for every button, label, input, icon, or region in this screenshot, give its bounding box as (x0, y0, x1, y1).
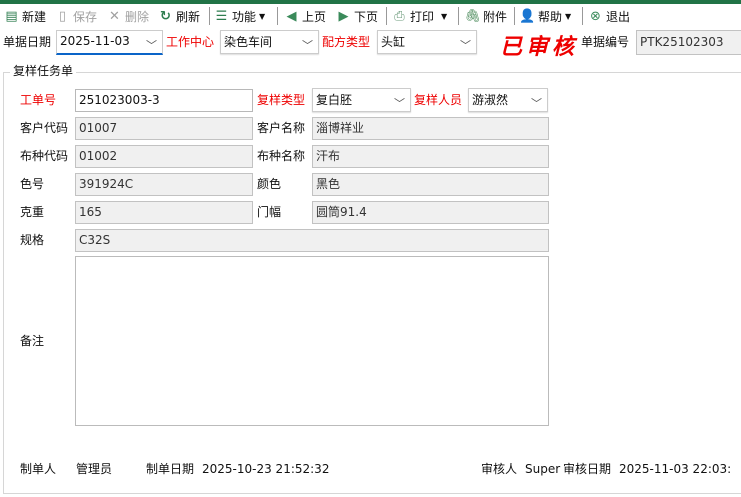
customer-name-field[interactable]: 淄博祥业 (312, 117, 549, 140)
printer-icon: ⎙ (394, 8, 405, 24)
width-label: 门幅 (257, 205, 282, 219)
customer-name-label: 客户名称 (257, 121, 306, 135)
audit-date-label: 审核日期 (563, 462, 612, 476)
cloth-code-label: 布种代码 (20, 149, 69, 163)
weight-label: 克重 (20, 205, 45, 219)
auditor-value: Super (525, 462, 561, 476)
doc-number-label: 单据编号 (581, 35, 630, 49)
toolbar-divider (514, 7, 515, 25)
exit-button[interactable]: ⊗ 退出 (588, 5, 630, 27)
cloth-code-field[interactable]: 01002 (75, 145, 253, 168)
remark-textarea[interactable] (75, 256, 549, 426)
color-field[interactable]: 黑色 (312, 173, 549, 196)
exit-label: 退出 (606, 9, 631, 24)
creator-value: 管理员 (76, 462, 113, 476)
arrow-right-icon: ▶ (338, 8, 349, 24)
form-title: 复样任务单 (10, 63, 77, 79)
sample-type-select[interactable]: 复白胚 ﹀ (312, 88, 411, 112)
work-center-select[interactable]: 染色车间 ﹀ (220, 30, 319, 54)
arrow-left-icon: ◀ (286, 8, 297, 24)
delete-button[interactable]: ✕ 删除 (107, 5, 149, 27)
remark-label: 备注 (20, 334, 45, 348)
spec-field[interactable]: C32S (75, 229, 549, 252)
customer-code-field[interactable]: 01007 (75, 117, 253, 140)
attach-label: 附件 (483, 9, 508, 24)
print-label: 打印 (410, 9, 435, 24)
attachment-button[interactable]: 🖇 附件 (464, 5, 508, 27)
order-field[interactable]: 251023003-3 (75, 89, 253, 112)
help-person-icon: 👤 (519, 8, 536, 24)
width-field[interactable]: 圆筒91.4 (312, 201, 549, 224)
color-number-label: 色号 (20, 177, 45, 191)
chevron-down-icon: ﹀ (394, 97, 405, 110)
work-center-value: 染色车间 (224, 35, 273, 49)
save-icon: ▯ (58, 8, 67, 24)
toolbar-divider (458, 7, 459, 25)
recipe-type-value: 头缸 (381, 35, 406, 49)
save-label: 保存 (73, 9, 98, 24)
customer-code-label: 客户代码 (20, 121, 69, 135)
chevron-down-icon: ﹀ (531, 97, 542, 110)
prev-label: 上页 (302, 9, 327, 24)
new-document-icon: ▤ (5, 8, 18, 24)
recipe-type-label: 配方类型 (322, 35, 371, 49)
toolbar-divider (386, 7, 387, 25)
dropdown-arrow-icon: ▼ (441, 11, 448, 21)
sample-staff-select[interactable]: 游淑然 ﹀ (468, 88, 548, 112)
chevron-down-icon: ﹀ (146, 39, 157, 52)
refresh-button[interactable]: ↻ 刷新 (158, 5, 200, 27)
creator-label: 制单人 (20, 462, 57, 476)
dropdown-arrow-icon: ▼ (259, 11, 266, 21)
cloth-name-label: 布种名称 (257, 149, 306, 163)
date-picker[interactable]: 2025-11-03 ﹀ (56, 30, 163, 55)
sample-staff-label: 复样人员 (414, 93, 463, 107)
color-label: 颜色 (257, 177, 282, 191)
chevron-down-icon: ﹀ (302, 39, 313, 52)
save-button[interactable]: ▯ 保存 (55, 5, 97, 27)
prev-page-button[interactable]: ◀ 上页 (284, 5, 327, 27)
list-icon: ☰ (215, 8, 228, 24)
sample-type-value: 复白胚 (316, 93, 353, 107)
new-label: 新建 (22, 9, 47, 24)
next-label: 下页 (354, 9, 379, 24)
paperclip-icon: 🖇 (464, 8, 481, 24)
audited-stamp: 已审核 (500, 34, 579, 60)
refresh-label: 刷新 (176, 9, 201, 24)
help-menu-button[interactable]: 👤 帮助 ▼ (519, 5, 572, 27)
sample-type-label: 复样类型 (257, 93, 306, 107)
cloth-name-field[interactable]: 汗布 (312, 145, 549, 168)
audit-date-value: 2025-11-03 22:03: (619, 462, 732, 476)
delete-icon: ✕ (109, 8, 120, 24)
print-button[interactable]: ⎙ 打印 ▼ (392, 5, 447, 27)
date-value: 2025-11-03 (60, 34, 130, 48)
dropdown-arrow-icon: ▼ (565, 11, 572, 21)
color-number-field[interactable]: 391924C (75, 173, 253, 196)
chevron-down-icon: ﹀ (460, 39, 471, 52)
refresh-icon: ↻ (160, 8, 171, 24)
toolbar-divider (277, 7, 278, 25)
created-date-value: 2025-10-23 21:52:32 (202, 462, 330, 476)
toolbar-divider (209, 7, 210, 25)
work-center-label: 工作中心 (166, 35, 215, 49)
weight-field[interactable]: 165 (75, 201, 253, 224)
sample-staff-value: 游淑然 (472, 93, 509, 107)
spec-label: 规格 (20, 233, 45, 247)
title-bar-strip (0, 0, 741, 4)
new-button[interactable]: ▤ 新建 (4, 5, 46, 27)
delete-label: 删除 (125, 9, 150, 24)
function-label: 功能 (232, 9, 257, 24)
help-label: 帮助 (538, 9, 563, 24)
date-label: 单据日期 (3, 35, 52, 49)
close-circle-icon: ⊗ (590, 8, 601, 24)
toolbar-divider (582, 7, 583, 25)
doc-number-field[interactable]: PTK25102303 (636, 30, 741, 55)
auditor-label: 审核人 (481, 462, 518, 476)
recipe-type-select[interactable]: 头缸 ﹀ (377, 30, 477, 54)
next-page-button[interactable]: ▶ 下页 (336, 5, 379, 27)
function-menu-button[interactable]: ☰ 功能 ▼ (214, 5, 266, 27)
order-label: 工单号 (20, 93, 57, 107)
created-date-label: 制单日期 (146, 462, 195, 476)
